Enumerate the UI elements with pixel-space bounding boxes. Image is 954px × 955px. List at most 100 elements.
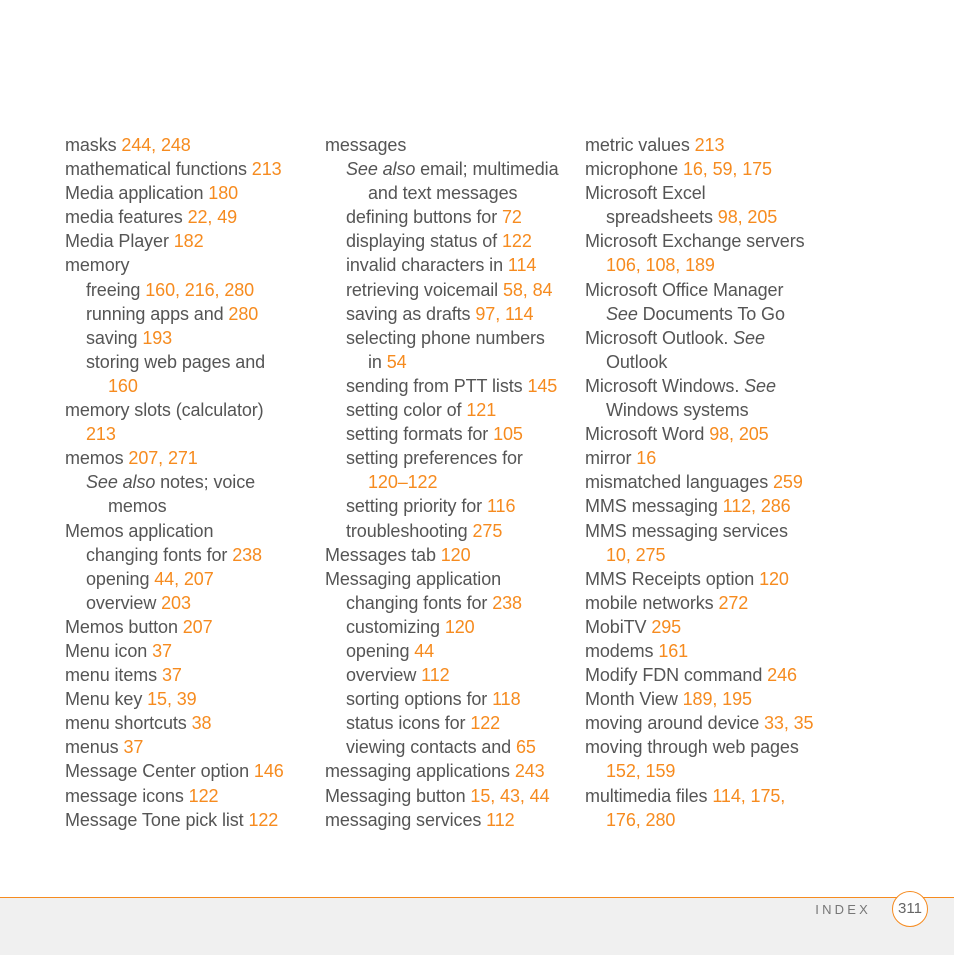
- page-reference-link[interactable]: 37: [123, 737, 143, 757]
- page-reference-link[interactable]: 246: [767, 665, 797, 685]
- entry-term: setting preferences for: [346, 448, 523, 469]
- index-subentry: defining buttons for 72: [325, 205, 575, 229]
- page-reference-link[interactable]: 161: [658, 641, 688, 661]
- page-reference-link[interactable]: 15, 39: [147, 689, 197, 709]
- page-reference-link[interactable]: 207: [183, 617, 213, 637]
- page-reference-link[interactable]: 54: [387, 352, 407, 372]
- page-reference-link[interactable]: 238: [492, 593, 522, 613]
- page-reference-link[interactable]: 112, 286: [723, 496, 791, 516]
- entry-term: masks: [65, 135, 122, 155]
- page-reference-link[interactable]: 146: [254, 761, 284, 781]
- index-subentry: Windows systems: [585, 398, 835, 422]
- page-reference-link[interactable]: 145: [527, 376, 557, 396]
- page-reference-link[interactable]: 120: [441, 545, 471, 565]
- page-reference-link[interactable]: 122: [470, 713, 500, 733]
- page-reference-link[interactable]: 122: [502, 231, 532, 251]
- entry-term: multimedia files: [585, 785, 713, 806]
- page-reference-link[interactable]: 295: [651, 617, 681, 637]
- page-reference-link[interactable]: 44, 207: [154, 569, 213, 589]
- page-reference-link[interactable]: 114: [508, 255, 537, 275]
- page-reference-link[interactable]: 213: [252, 159, 282, 179]
- index-entry: memory slots (calculator): [65, 398, 310, 422]
- entry-term: Modify FDN command: [585, 665, 768, 686]
- entry-term: viewing contacts and: [346, 737, 516, 758]
- page-reference-link[interactable]: 112: [486, 810, 515, 830]
- page-reference-link[interactable]: 176, 280: [606, 810, 675, 830]
- page-reference-link[interactable]: 160: [108, 376, 138, 396]
- page-reference-link[interactable]: 98, 205: [709, 424, 768, 444]
- index-entry: multimedia files 114, 175,: [585, 784, 835, 808]
- page-reference-link[interactable]: 180: [208, 183, 238, 203]
- entry-term: Message Tone pick list: [65, 809, 249, 830]
- entry-term: messages: [325, 135, 407, 155]
- page-reference-link[interactable]: 72: [502, 207, 522, 227]
- index-entry: modems 161: [585, 639, 835, 663]
- index-subentry: selecting phone numbers: [325, 326, 575, 350]
- page-reference-link[interactable]: 207, 271: [128, 448, 197, 468]
- index-subentry: storing web pages and: [65, 350, 310, 374]
- page-reference-link[interactable]: 122: [189, 786, 219, 806]
- page-reference-link[interactable]: 189, 195: [683, 689, 752, 709]
- page-reference-link[interactable]: 203: [161, 593, 191, 613]
- entry-term: Menu icon: [65, 640, 153, 661]
- index-entry: mobile networks 272: [585, 591, 835, 615]
- entry-term: retrieving voicemail: [346, 279, 503, 300]
- page-reference-link[interactable]: 16: [636, 448, 656, 468]
- index-entry: Microsoft Exchange servers: [585, 229, 835, 253]
- page-reference-link[interactable]: 120: [759, 569, 789, 589]
- index-subentry: sending from PTT lists 145: [325, 374, 575, 398]
- page-reference-link[interactable]: 98, 205: [718, 207, 777, 227]
- entry-term: opening: [346, 640, 415, 661]
- page-reference-link[interactable]: 244, 248: [121, 135, 190, 155]
- page-reference-link[interactable]: 16, 59, 175: [683, 159, 772, 179]
- entry-term: defining buttons for: [346, 207, 503, 228]
- page-reference-link[interactable]: 213: [86, 424, 116, 444]
- page-reference-link[interactable]: 65: [516, 737, 536, 757]
- page-reference-link[interactable]: 33, 35: [764, 713, 814, 733]
- page-reference-link[interactable]: 37: [162, 665, 182, 685]
- page-reference-link[interactable]: 114, 175,: [712, 786, 785, 806]
- page-reference-link[interactable]: 275: [473, 521, 503, 541]
- page-reference-link[interactable]: 116: [487, 496, 516, 516]
- page-reference-link[interactable]: 238: [232, 545, 262, 565]
- page-reference-link[interactable]: 105: [493, 424, 523, 444]
- entry-term: selecting phone numbers: [346, 327, 545, 348]
- page-reference-link[interactable]: 112: [421, 665, 450, 685]
- entry-term: status icons for: [346, 713, 471, 734]
- page-reference-link[interactable]: 280: [228, 304, 258, 324]
- page-reference-link[interactable]: 15, 43, 44: [470, 786, 549, 806]
- page-reference-link[interactable]: 106, 108, 189: [606, 255, 715, 275]
- index-subentry: freeing 160, 216, 280: [65, 278, 310, 302]
- page-reference-link[interactable]: 22, 49: [188, 207, 238, 227]
- page-reference-link[interactable]: 97, 114: [475, 304, 533, 324]
- page-reference-link[interactable]: 10, 275: [606, 545, 665, 565]
- page-reference-link[interactable]: 122: [248, 810, 278, 830]
- entry-term: Microsoft Word: [585, 424, 710, 445]
- page-reference-link[interactable]: 121: [466, 400, 496, 420]
- page-reference-link[interactable]: 37: [152, 641, 172, 661]
- page-reference-link[interactable]: 58, 84: [503, 280, 553, 300]
- index-entry: Menu icon 37: [65, 639, 310, 663]
- entry-term: MMS Receipts option: [585, 568, 760, 589]
- index-column-1: masks 244, 248 mathematical functions 213…: [65, 133, 310, 832]
- page-reference-link[interactable]: 160, 216, 280: [145, 280, 254, 300]
- page-reference-link[interactable]: 120–122: [368, 472, 437, 492]
- page-reference-link[interactable]: 120: [445, 617, 475, 637]
- page-reference-link[interactable]: 259: [773, 472, 803, 492]
- index-subentry: See Documents To Go: [585, 302, 835, 326]
- page-reference-link[interactable]: 44: [414, 641, 434, 661]
- page-reference-link[interactable]: 213: [695, 135, 725, 155]
- index-entry: Menu key 15, 39: [65, 687, 310, 711]
- page-reference-link[interactable]: 182: [174, 231, 204, 251]
- entry-term: Memos button: [65, 616, 183, 637]
- entry-term: displaying status of: [346, 231, 502, 252]
- entry-term: mathematical functions: [65, 159, 252, 180]
- page-reference-link[interactable]: 272: [718, 593, 748, 613]
- page-reference-link[interactable]: 38: [192, 713, 212, 733]
- page-reference-link[interactable]: 193: [142, 328, 172, 348]
- index-entry: messaging applications 243: [325, 759, 575, 783]
- page-reference-link[interactable]: 152, 159: [606, 761, 675, 781]
- page-reference-link[interactable]: 118: [492, 689, 521, 709]
- page-reference-link[interactable]: 243: [515, 761, 545, 781]
- index-subentry: 176, 280: [585, 808, 835, 832]
